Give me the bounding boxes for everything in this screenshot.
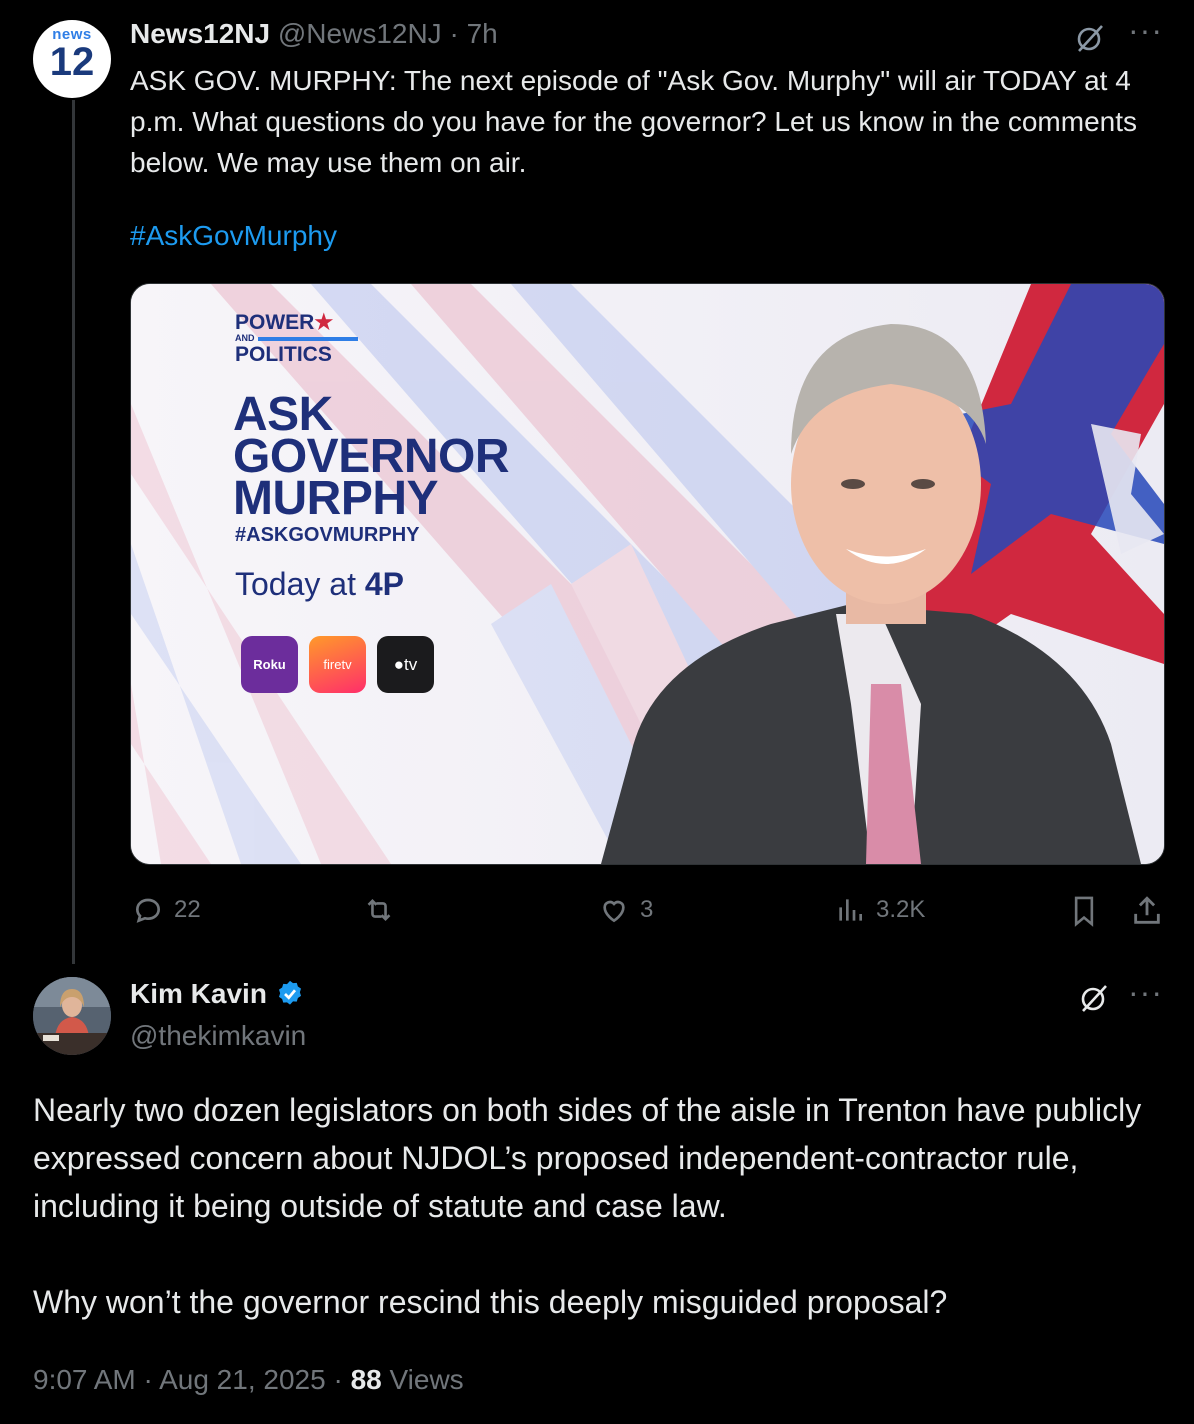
views-button[interactable]: 3.2K [834, 894, 925, 926]
meta-separator: · [135, 1364, 160, 1395]
views-count: 3.2K [876, 896, 926, 923]
apple-logo-icon: ● [393, 654, 405, 674]
appletv-label: tv [404, 654, 418, 674]
tweet1-display-name[interactable]: News12NJ [130, 18, 270, 49]
tweet1-text: ASK GOV. MURPHY: The next episode of "As… [130, 65, 1137, 178]
views-icon [839, 899, 862, 921]
tweet2-views-count: 88 [350, 1364, 382, 1395]
reply-button[interactable]: 22 [132, 894, 201, 926]
media-airtime-bold: 4P [364, 566, 404, 602]
grok-icon[interactable] [1072, 20, 1108, 61]
logo-power-text: POWER [235, 311, 315, 334]
power-politics-logo: POWER★ AND POLITICS [235, 312, 358, 365]
bookmark-button[interactable] [1068, 894, 1100, 928]
logo-politics-text: POLITICS [235, 343, 332, 366]
news12-avatar[interactable]: news 12 [33, 20, 111, 98]
tweet2-paragraph1: Nearly two dozen legislators on both sid… [33, 1092, 1142, 1224]
meta-separator: · [325, 1364, 351, 1395]
roku-label: Roku [253, 657, 286, 672]
media-hashtag: #ASKGOVMURPHY [235, 524, 420, 546]
tweet2-display-name[interactable]: Kim Kavin [130, 978, 267, 1010]
firetv-app-icon: firetv [309, 636, 366, 693]
tweet2-paragraph2: Why won’t the governor rescind this deep… [33, 1284, 948, 1320]
more-icon[interactable]: ··· [1128, 12, 1163, 49]
like-count: 3 [640, 896, 654, 923]
logo-star-icon: ★ [314, 311, 334, 334]
bookmark-icon [1074, 896, 1094, 927]
share-button[interactable] [1130, 894, 1164, 928]
tweet2-views-label: Views [381, 1364, 464, 1395]
grok-icon-2[interactable] [1076, 980, 1112, 1021]
media-airtime: Today at 4P [235, 566, 404, 603]
retweet-icon [367, 898, 391, 922]
tweet2-time[interactable]: 9:07 AM [33, 1364, 136, 1395]
avatar-12-text: 12 [49, 40, 95, 84]
tweet2-handle[interactable]: @thekimkavin [130, 1020, 306, 1052]
reply-icon [135, 898, 161, 923]
tweet1-hashtag[interactable]: #AskGovMurphy [130, 220, 337, 252]
more-icon-2[interactable]: ··· [1128, 974, 1163, 1011]
tweet1-header: News12NJ @News12NJ · 7h [130, 18, 498, 50]
thread-connector-line [72, 100, 75, 964]
retweet-button[interactable] [362, 894, 406, 926]
tweet1-handle[interactable]: @News12NJ [278, 18, 442, 49]
media-title-line3: MURPHY [233, 472, 439, 525]
tweet2-name-row: Kim Kavin [130, 978, 305, 1010]
tweet2-date[interactable]: Aug 21, 2025 [159, 1364, 326, 1395]
avatar-photo [33, 977, 111, 1055]
tweet2-meta: 9:07 AM · Aug 21, 2025 · 88 Views [33, 1364, 464, 1396]
media-title: ASK GOVERNOR MURPHY [233, 391, 510, 525]
verified-badge-icon[interactable] [275, 979, 305, 1009]
share-icon [1134, 896, 1160, 924]
tweet1-media-image[interactable]: POWER★ AND POLITICS ASK GOVERNOR MURPHY … [130, 283, 1165, 865]
appletv-app-icon: ● tv [377, 636, 434, 693]
reply-count: 22 [174, 896, 201, 923]
like-button[interactable]: 3 [598, 894, 653, 926]
roku-app-icon: Roku [241, 636, 298, 693]
media-airtime-prefix: Today at [235, 566, 365, 602]
logo-and-text: AND [235, 333, 255, 343]
tweet1-time[interactable]: · 7h [449, 18, 497, 49]
firetv-label: firetv [323, 657, 352, 672]
like-icon [603, 900, 625, 923]
kim-kavin-avatar[interactable] [33, 977, 111, 1055]
